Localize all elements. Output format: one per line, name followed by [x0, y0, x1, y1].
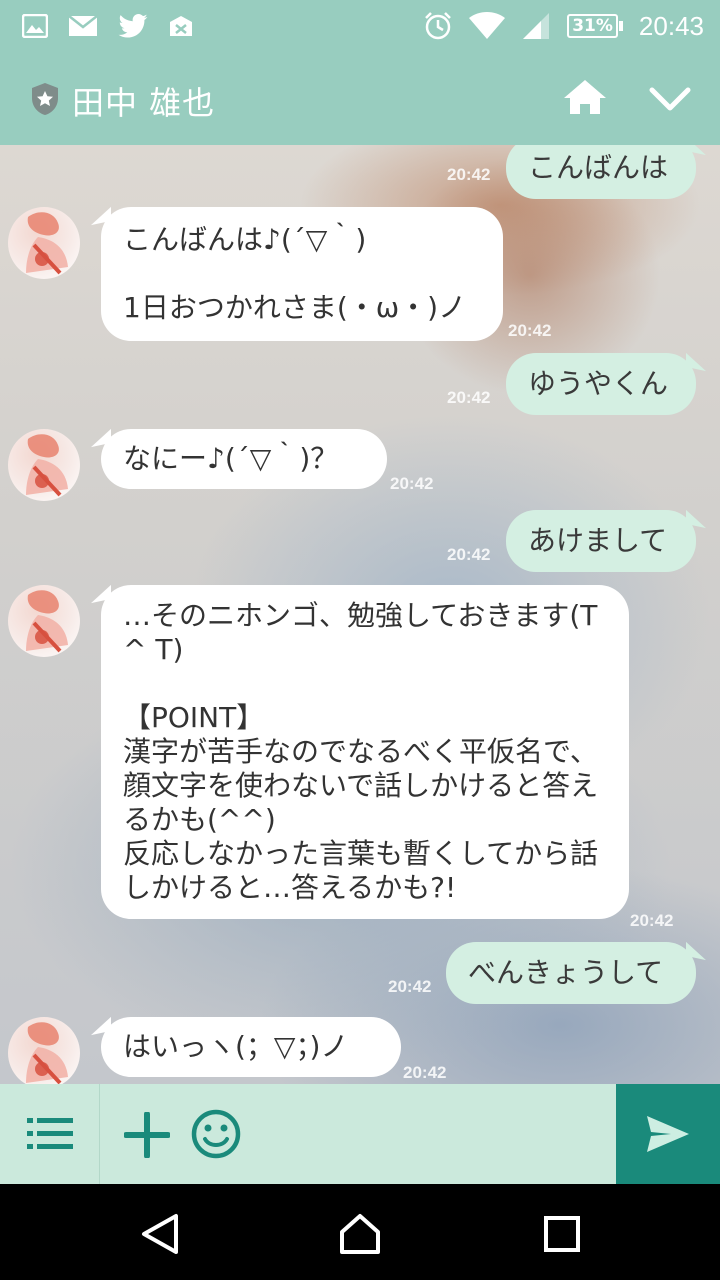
clock: 20:43 [638, 10, 704, 41]
plus-icon[interactable] [123, 1111, 171, 1159]
image-icon [22, 14, 48, 38]
avatar[interactable] [8, 585, 80, 657]
message-time: 20:42 [403, 1063, 447, 1082]
signal-icon [521, 11, 551, 41]
avatar[interactable] [8, 1017, 80, 1084]
system-icons: 31% 20:43 [423, 8, 704, 44]
chat-header: 田中 雄也 [0, 52, 720, 145]
message-time: 20:42 [447, 545, 491, 564]
smiley-icon[interactable] [190, 1108, 242, 1160]
mail-x-icon [168, 14, 194, 38]
system-nav-bar [0, 1184, 720, 1280]
notification-icons [22, 10, 194, 42]
message-bubble-outgoing: べんきょうして [446, 942, 696, 1004]
back-icon[interactable] [138, 1212, 182, 1256]
list-icon[interactable] [0, 1084, 100, 1184]
message-input[interactable] [262, 1098, 602, 1170]
battery-level: 31% [567, 14, 618, 38]
contact-name: 田中 雄也 [72, 84, 216, 122]
status-bar: 31% 20:43 [0, 0, 720, 52]
message-time: 20:42 [390, 474, 434, 493]
chat-area[interactable]: こんばんは 20:42 こんばんは♪(´▽｀) 1日おつかれさま(・ω・)ノ 2… [0, 145, 720, 1084]
message-bubble-incoming: …そのニホンゴ、勉強しておきます(T ^ T) 【POINT】 漢字が苦手なので… [101, 585, 629, 919]
message-bubble-incoming: こんばんは♪(´▽｀) 1日おつかれさま(・ω・)ノ [101, 207, 503, 341]
battery-tip [618, 21, 623, 31]
home-button[interactable] [562, 78, 610, 118]
mail-icon [68, 14, 98, 38]
message-time: 20:42 [388, 977, 432, 996]
message-bubble-incoming: はいっヽ(；▽；)ノ [101, 1017, 401, 1077]
message-time: 20:42 [630, 911, 674, 930]
message-input-bar [0, 1084, 720, 1184]
avatar[interactable] [8, 207, 80, 279]
wifi-icon [469, 12, 506, 40]
avatar[interactable] [8, 429, 80, 501]
chevron-down-icon[interactable] [648, 80, 696, 120]
alarm-icon [423, 11, 453, 41]
recents-icon[interactable] [540, 1212, 584, 1256]
twitter-icon [118, 14, 148, 38]
message-bubble-outgoing: ゆうやくん [506, 353, 696, 415]
shield-star-icon [30, 82, 60, 120]
battery-indicator: 31% [567, 14, 623, 38]
message-time: 20:42 [447, 388, 491, 407]
message-time: 20:42 [508, 321, 552, 340]
message-bubble-outgoing: あけまして [506, 510, 696, 572]
send-button[interactable] [616, 1084, 720, 1184]
message-bubble-incoming: なにー♪(´▽｀)？ [101, 429, 387, 489]
home-icon[interactable] [338, 1212, 382, 1256]
message-time: 20:42 [447, 165, 491, 184]
message-bubble-outgoing: こんばんは [506, 145, 696, 199]
